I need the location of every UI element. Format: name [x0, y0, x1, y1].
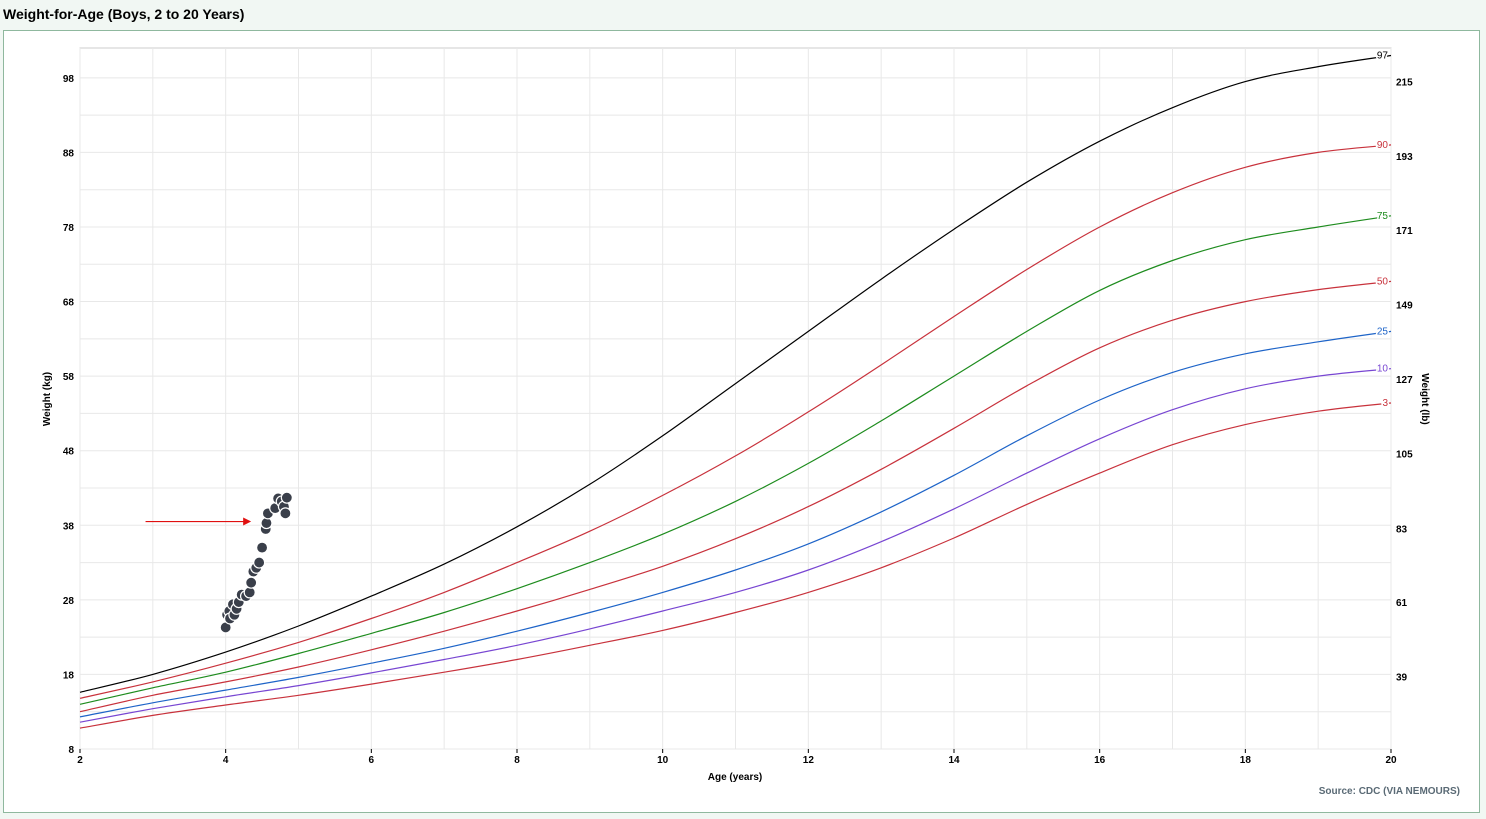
y-tick-label: 88 [63, 148, 75, 159]
x-tick-label: 2 [77, 755, 83, 766]
x-tick-label: 18 [1240, 755, 1252, 766]
percentile-label-75: 75 [1377, 211, 1389, 222]
x-tick-label: 6 [369, 755, 375, 766]
right-tick-label: 149 [1396, 301, 1413, 312]
x-tick-label: 16 [1094, 755, 1106, 766]
weight-for-age-chart: 9790755025103 2 4 6 8 10 12 14 16 18 20 818283848… [42, 47, 1460, 797]
right-tick-label: 61 [1396, 598, 1408, 609]
right-tick-label: 215 [1396, 78, 1413, 89]
page-title: Weight-for-Age (Boys, 2 to 20 Years) [3, 6, 245, 22]
x-tick-label: 12 [803, 755, 815, 766]
y-tick-label: 28 [63, 596, 75, 607]
y-axis-label-right: Weight (lb) [1419, 373, 1430, 424]
x-tick-label: 14 [948, 755, 960, 766]
y-tick-label: 38 [63, 521, 75, 532]
y-tick-label: 78 [63, 223, 75, 234]
percentile-label-25: 25 [1377, 326, 1389, 337]
y-axis-ticks: 8 18 28 38 48 58 68 78 88 98 [63, 74, 75, 756]
y-tick-label: 98 [63, 74, 75, 85]
percentile-label-3: 3 [1382, 398, 1388, 409]
y-tick-label: 58 [63, 372, 75, 383]
chart-panel: 97 90 75 50 25 10 3 2 4 6 8 10 12 14 16 18 20 8 18 28 38 48… [3, 30, 1480, 813]
x-tick-label: 4 [223, 755, 229, 766]
data-point [280, 491, 293, 504]
data-point [253, 556, 266, 569]
percentile-label-97: 97 [1377, 50, 1389, 61]
y-tick-label: 18 [63, 670, 75, 681]
x-axis-label: Age (years) [708, 772, 762, 783]
x-axis-ticks: 2 4 6 8 10 12 14 16 18 20 [77, 749, 1397, 766]
data-point [255, 541, 269, 554]
x-tick-label: 10 [657, 755, 669, 766]
x-tick-label: 8 [514, 755, 520, 766]
right-tick-label: 105 [1396, 450, 1413, 461]
data-point [245, 576, 258, 589]
data-point [279, 507, 292, 520]
right-tick-label: 171 [1396, 226, 1413, 237]
right-tick-label: 193 [1396, 152, 1413, 163]
right-tick-label: 83 [1396, 524, 1408, 535]
percentile-label-10: 10 [1377, 364, 1389, 375]
y-tick-label: 8 [68, 745, 74, 756]
y-tick-label: 68 [63, 298, 75, 309]
source-note: Source: CDC (VIA NEMOURS) [1319, 786, 1460, 797]
x-tick-label: 20 [1385, 755, 1397, 766]
y-tick-label: 48 [63, 447, 75, 458]
percentile-label-90: 90 [1377, 140, 1389, 151]
right-axis-ticks: 39 61 83 105 127 149 171 193 215 [1396, 78, 1413, 684]
right-tick-label: 39 [1396, 673, 1408, 684]
right-tick-label: 127 [1396, 375, 1413, 386]
percentile-label-50: 50 [1377, 276, 1389, 287]
y-axis-label: Weight (kg) [42, 372, 53, 426]
